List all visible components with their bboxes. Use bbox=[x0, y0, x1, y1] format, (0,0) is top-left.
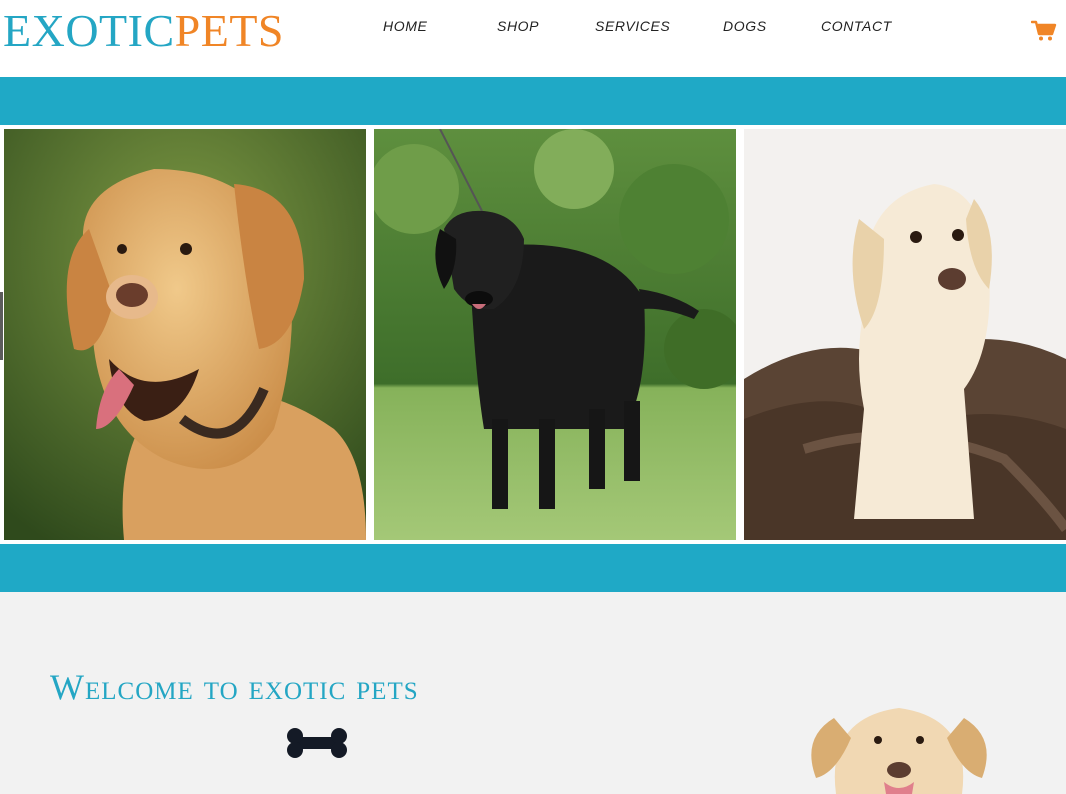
site-header: EXOTICPETS HOME SHOP SERVICES DOGS CONTA… bbox=[0, 0, 1066, 77]
yellow-labrador-puppy-photo[interactable] bbox=[744, 129, 1066, 540]
welcome-section: Welcome to exotic pets bbox=[0, 592, 1066, 794]
slider-side-tab[interactable] bbox=[0, 292, 3, 360]
nav-shop[interactable]: SHOP bbox=[497, 18, 539, 34]
logo-part-pets: PETS bbox=[174, 5, 285, 56]
site-logo[interactable]: EXOTICPETS bbox=[3, 4, 284, 58]
nav-services[interactable]: SERVICES bbox=[595, 18, 670, 34]
nav-home[interactable]: HOME bbox=[383, 18, 427, 34]
teal-band-bottom bbox=[0, 544, 1066, 592]
welcome-title: Welcome to exotic pets bbox=[50, 667, 419, 707]
shopping-cart-icon[interactable] bbox=[1031, 20, 1057, 42]
black-labrador-photo[interactable] bbox=[374, 129, 736, 540]
labrador-head-photo bbox=[811, 708, 987, 794]
bone-icon bbox=[287, 728, 347, 758]
nav-dogs[interactable]: DOGS bbox=[723, 18, 767, 34]
logo-part-exotic: EXOTIC bbox=[3, 5, 175, 56]
golden-labrador-photo[interactable] bbox=[4, 129, 366, 540]
nav-contact[interactable]: CONTACT bbox=[821, 18, 892, 34]
teal-band-top bbox=[0, 77, 1066, 125]
